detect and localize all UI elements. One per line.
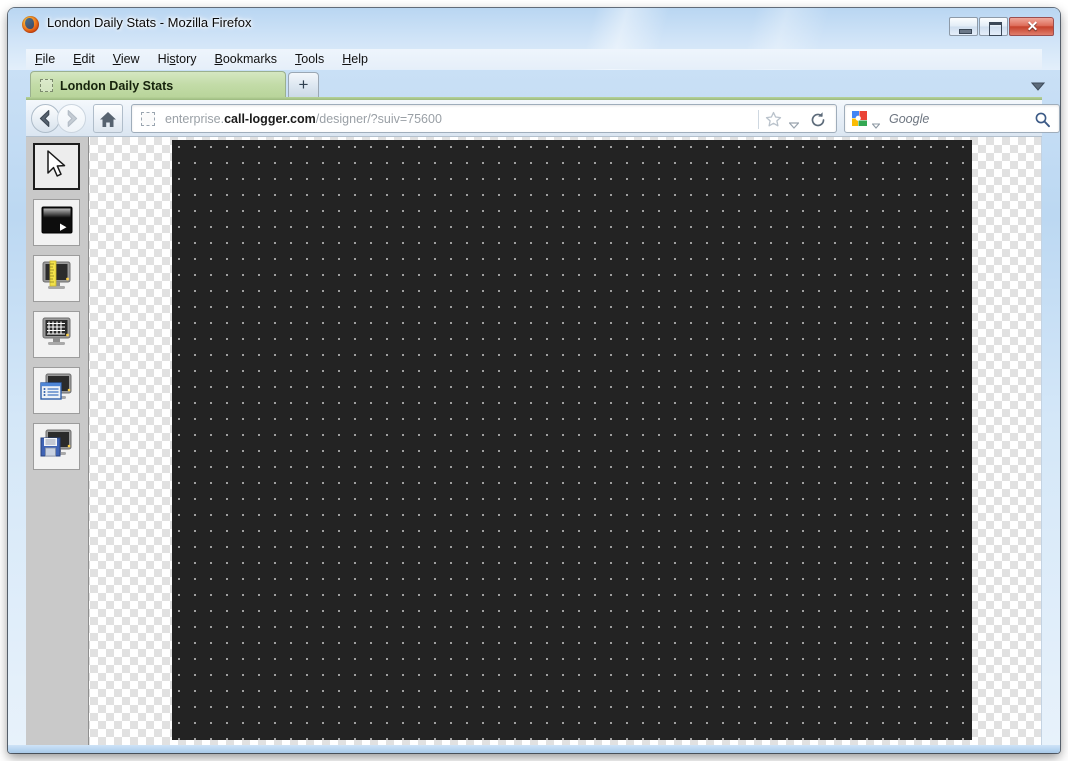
desktop-backdrop: London Daily Stats - Mozilla Firefox ✕ F…	[0, 0, 1068, 761]
select-tool-button[interactable]	[33, 143, 80, 190]
reload-icon[interactable]	[809, 111, 827, 129]
search-bar[interactable]: Google	[844, 104, 1060, 133]
chevron-down-icon[interactable]	[1030, 78, 1046, 91]
home-button[interactable]	[93, 104, 123, 133]
menu-edit[interactable]: Edit	[64, 50, 104, 68]
menu-history[interactable]: History	[149, 50, 206, 68]
resize-tool-button[interactable]	[33, 255, 80, 302]
title-bar: London Daily Stats - Mozilla Firefox ✕	[8, 8, 1060, 42]
design-canvas[interactable]	[172, 140, 972, 740]
new-tab-button[interactable]: +	[288, 72, 319, 98]
screen-play-icon	[40, 205, 74, 240]
minimize-button[interactable]	[949, 17, 978, 36]
back-button[interactable]	[31, 104, 60, 133]
designer-toolbar	[26, 137, 89, 745]
menu-bar: File Edit View History Bookmarks Tools H…	[26, 49, 1042, 69]
firefox-logo-icon	[22, 16, 39, 33]
screen-grid-icon	[39, 316, 75, 353]
menu-help[interactable]: Help	[333, 50, 377, 68]
close-icon: ✕	[1026, 18, 1039, 34]
preview-tool-button[interactable]	[33, 199, 80, 246]
star-icon[interactable]	[765, 111, 782, 128]
window-title: London Daily Stats - Mozilla Firefox	[47, 15, 252, 30]
tab-favicon-icon	[40, 79, 53, 92]
menu-tools[interactable]: Tools	[286, 50, 333, 68]
url-favicon-icon	[141, 111, 155, 126]
maximize-restore-button[interactable]	[979, 17, 1008, 36]
properties-tool-button[interactable]	[33, 367, 80, 414]
screen-ruler-icon	[39, 260, 75, 297]
screen-floppy-save-icon	[39, 428, 75, 465]
url-text: enterprise.call-logger.com/designer/?sui…	[165, 112, 442, 126]
url-bar[interactable]: enterprise.call-logger.com/designer/?sui…	[131, 104, 837, 133]
search-input[interactable]: Google	[889, 112, 929, 126]
navigation-toolbar: enterprise.call-logger.com/designer/?sui…	[26, 100, 1060, 137]
tab-london-daily-stats[interactable]: London Daily Stats	[30, 71, 286, 99]
tab-strip: London Daily Stats +	[26, 69, 1046, 100]
google-icon[interactable]	[852, 111, 867, 126]
cursor-arrow-icon	[44, 149, 70, 184]
url-separator	[758, 110, 759, 129]
url-host: call-logger.com	[224, 111, 316, 126]
close-button[interactable]: ✕	[1009, 17, 1054, 36]
forward-button[interactable]	[57, 104, 86, 133]
chevron-down-icon[interactable]	[871, 116, 881, 129]
screen-properties-icon	[39, 372, 75, 409]
tab-label: London Daily Stats	[60, 78, 174, 93]
menu-file[interactable]: File	[26, 50, 64, 68]
save-tool-button[interactable]	[33, 423, 80, 470]
url-path: /designer/?suiv=75600	[315, 111, 442, 126]
magnifier-icon[interactable]	[1034, 111, 1051, 128]
page-content	[26, 137, 1042, 745]
url-prefix: enterprise.	[165, 111, 225, 126]
firefox-window: London Daily Stats - Mozilla Firefox ✕ F…	[8, 8, 1060, 753]
chevron-down-icon[interactable]	[788, 116, 800, 129]
menu-view[interactable]: View	[104, 50, 149, 68]
menu-bookmarks[interactable]: Bookmarks	[206, 50, 287, 68]
window-bottom-frame	[8, 745, 1060, 753]
grid-tool-button[interactable]	[33, 311, 80, 358]
